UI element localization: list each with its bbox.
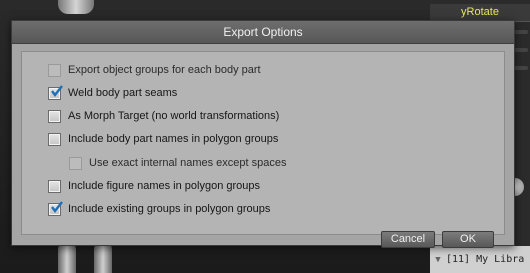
- dialog-titlebar[interactable]: Export Options: [12, 21, 514, 44]
- export-options-dialog: Export Options Export object groups for …: [11, 20, 515, 246]
- option-label: Use exact internal names except spaces: [89, 157, 287, 169]
- option-include-body-part-names[interactable]: Include body part names in polygon group…: [48, 130, 278, 148]
- option-export-object-groups[interactable]: Export object groups for each body part: [48, 61, 261, 79]
- checkbox[interactable]: [48, 179, 61, 193]
- checkbox[interactable]: [48, 132, 61, 146]
- checkbox[interactable]: [48, 63, 61, 77]
- option-label: Export object groups for each body part: [68, 64, 261, 76]
- figure-left-leg: [58, 243, 76, 273]
- checkbox[interactable]: [48, 109, 61, 123]
- library-bar[interactable]: ▼ [11] My Libra: [430, 246, 530, 273]
- option-label: As Morph Target (no world transformation…: [68, 110, 280, 122]
- option-label: Include existing groups in polygon group…: [68, 203, 271, 215]
- option-use-exact-internal-names[interactable]: Use exact internal names except spaces: [69, 154, 287, 172]
- option-weld-body-part-seams[interactable]: Weld body part seams: [48, 84, 177, 102]
- option-label: Include figure names in polygon groups: [68, 180, 261, 192]
- checkmark-icon: [51, 200, 63, 213]
- figure-head: [58, 0, 94, 14]
- options-group: Export object groups for each body part …: [21, 51, 505, 235]
- figure-right-leg: [94, 243, 112, 273]
- ok-button[interactable]: OK: [442, 231, 494, 248]
- cancel-button[interactable]: Cancel: [381, 231, 435, 248]
- figure-legs: [58, 243, 118, 273]
- option-include-figure-names[interactable]: Include figure names in polygon groups: [48, 177, 260, 195]
- dialog-title: Export Options: [223, 25, 303, 39]
- collapse-arrow-icon[interactable]: ▼: [430, 255, 446, 265]
- checkbox[interactable]: [48, 200, 63, 216]
- library-label: [11] My Libra: [446, 254, 525, 265]
- checkbox[interactable]: [69, 156, 82, 170]
- checkbox[interactable]: [48, 84, 63, 100]
- option-as-morph-target[interactable]: As Morph Target (no world transformation…: [48, 107, 279, 125]
- option-label: Include body part names in polygon group…: [68, 133, 279, 145]
- option-label: Weld body part seams: [68, 87, 178, 99]
- option-include-existing-groups[interactable]: Include existing groups in polygon group…: [48, 200, 270, 218]
- checkmark-icon: [51, 84, 63, 97]
